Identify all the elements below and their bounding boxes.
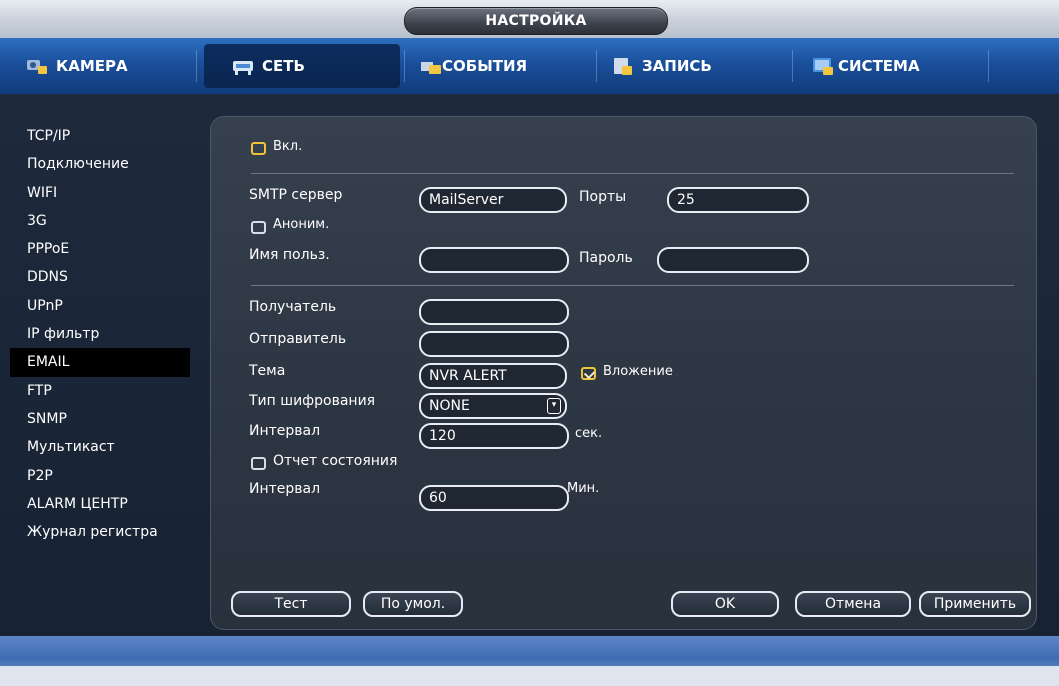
encryption-value: NONE	[429, 398, 470, 414]
camera-icon	[26, 56, 48, 76]
port-label: Порты	[579, 189, 627, 205]
subject-input[interactable]: NVR ALERT	[419, 363, 567, 389]
recipient-label: Получатель	[249, 299, 337, 315]
divider	[251, 173, 1014, 174]
sender-label: Отправитель	[249, 331, 347, 347]
main-tab-bar: КАМЕРА СЕТЬ СОБЫТИЯ ЗАПИСЬ СИСТЕМА	[0, 38, 1059, 94]
sidebar-item-connection[interactable]: Подключение	[10, 150, 190, 178]
cancel-button[interactable]: Отмена	[795, 591, 911, 617]
encryption-label: Тип шифрования	[249, 393, 376, 409]
enable-checkbox[interactable]	[251, 142, 266, 155]
sidebar-item-multicast[interactable]: Мультикаст	[10, 433, 190, 461]
network-sidebar: TCP/IP Подключение WIFI 3G PPPoE DDNS UP…	[10, 122, 190, 546]
sidebar-item-log[interactable]: Журнал регистра	[10, 518, 190, 546]
test-button[interactable]: Тест	[231, 591, 351, 617]
sidebar-item-email[interactable]: EMAIL	[10, 348, 190, 377]
record-icon	[612, 56, 634, 76]
interval-unit: сек.	[575, 426, 603, 441]
tab-network[interactable]: СЕТЬ	[204, 44, 400, 88]
port-input[interactable]: 25	[667, 187, 809, 213]
tab-camera[interactable]: КАМЕРА	[26, 44, 176, 88]
interval-input[interactable]: 120	[419, 423, 569, 449]
tab-label: СЕТЬ	[262, 57, 305, 75]
enable-label: Вкл.	[273, 139, 303, 154]
title-bar: НАСТРОЙКА	[0, 0, 1059, 38]
sidebar-item-wifi[interactable]: WIFI	[10, 179, 190, 207]
network-icon	[232, 56, 254, 76]
interval-label: Интервал	[249, 423, 321, 439]
bottom-strip	[0, 666, 1059, 686]
tab-record[interactable]: ЗАПИСЬ	[612, 44, 782, 88]
username-label: Имя польз.	[249, 247, 330, 263]
password-input[interactable]	[657, 247, 809, 273]
tab-label: СОБЫТИЯ	[442, 57, 528, 75]
divider	[251, 285, 1014, 286]
sender-input[interactable]	[419, 331, 569, 357]
tab-label: КАМЕРА	[56, 57, 128, 75]
sidebar-item-tcpip[interactable]: TCP/IP	[10, 122, 190, 150]
health-report-label: Отчет состояния	[273, 453, 398, 469]
sidebar-item-upnp[interactable]: UPnP	[10, 292, 190, 320]
window-title: НАСТРОЙКА	[404, 7, 668, 35]
sidebar-item-3g[interactable]: 3G	[10, 207, 190, 235]
smtp-server-input[interactable]: MailServer	[419, 187, 567, 213]
apply-button[interactable]: Применить	[919, 591, 1031, 617]
password-label: Пароль	[579, 250, 633, 266]
sidebar-item-ddns[interactable]: DDNS	[10, 263, 190, 291]
health-report-checkbox[interactable]	[251, 457, 266, 470]
sidebar-item-ip-filter[interactable]: IP фильтр	[10, 320, 190, 348]
tab-events[interactable]: СОБЫТИЯ	[420, 44, 590, 88]
events-icon	[420, 56, 442, 76]
sidebar-item-ftp[interactable]: FTP	[10, 377, 190, 405]
tab-system[interactable]: СИСТЕМА	[812, 44, 982, 88]
sidebar-item-alarm-center[interactable]: ALARM ЦЕНТР	[10, 490, 190, 518]
smtp-server-label: SMTP сервер	[249, 187, 343, 203]
encryption-select[interactable]: NONE ▾	[419, 393, 567, 419]
chevron-down-icon: ▾	[547, 398, 561, 414]
attachment-checkbox[interactable]	[581, 367, 596, 380]
ok-button[interactable]: OK	[671, 591, 779, 617]
attachment-label: Вложение	[603, 364, 673, 379]
health-interval-label: Интервал	[249, 481, 321, 497]
tab-label: ЗАПИСЬ	[642, 57, 712, 75]
recipient-input[interactable]	[419, 299, 569, 325]
username-input[interactable]	[419, 247, 569, 273]
system-icon	[812, 56, 834, 76]
tab-label: СИСТЕМА	[838, 57, 920, 75]
sidebar-item-p2p[interactable]: P2P	[10, 462, 190, 490]
email-settings-panel: Вкл. SMTP сервер MailServer Порты 25 Ано…	[210, 116, 1037, 630]
subject-label: Тема	[249, 363, 286, 379]
sidebar-item-snmp[interactable]: SNMP	[10, 405, 190, 433]
default-button[interactable]: По умол.	[363, 591, 463, 617]
anonymous-label: Аноним.	[273, 217, 330, 232]
health-interval-input[interactable]: 60	[419, 485, 569, 511]
health-interval-unit: Мин.	[567, 481, 600, 496]
sidebar-item-pppoe[interactable]: PPPoE	[10, 235, 190, 263]
anonymous-checkbox[interactable]	[251, 221, 266, 234]
settings-main-area: TCP/IP Подключение WIFI 3G PPPoE DDNS UP…	[0, 94, 1059, 636]
